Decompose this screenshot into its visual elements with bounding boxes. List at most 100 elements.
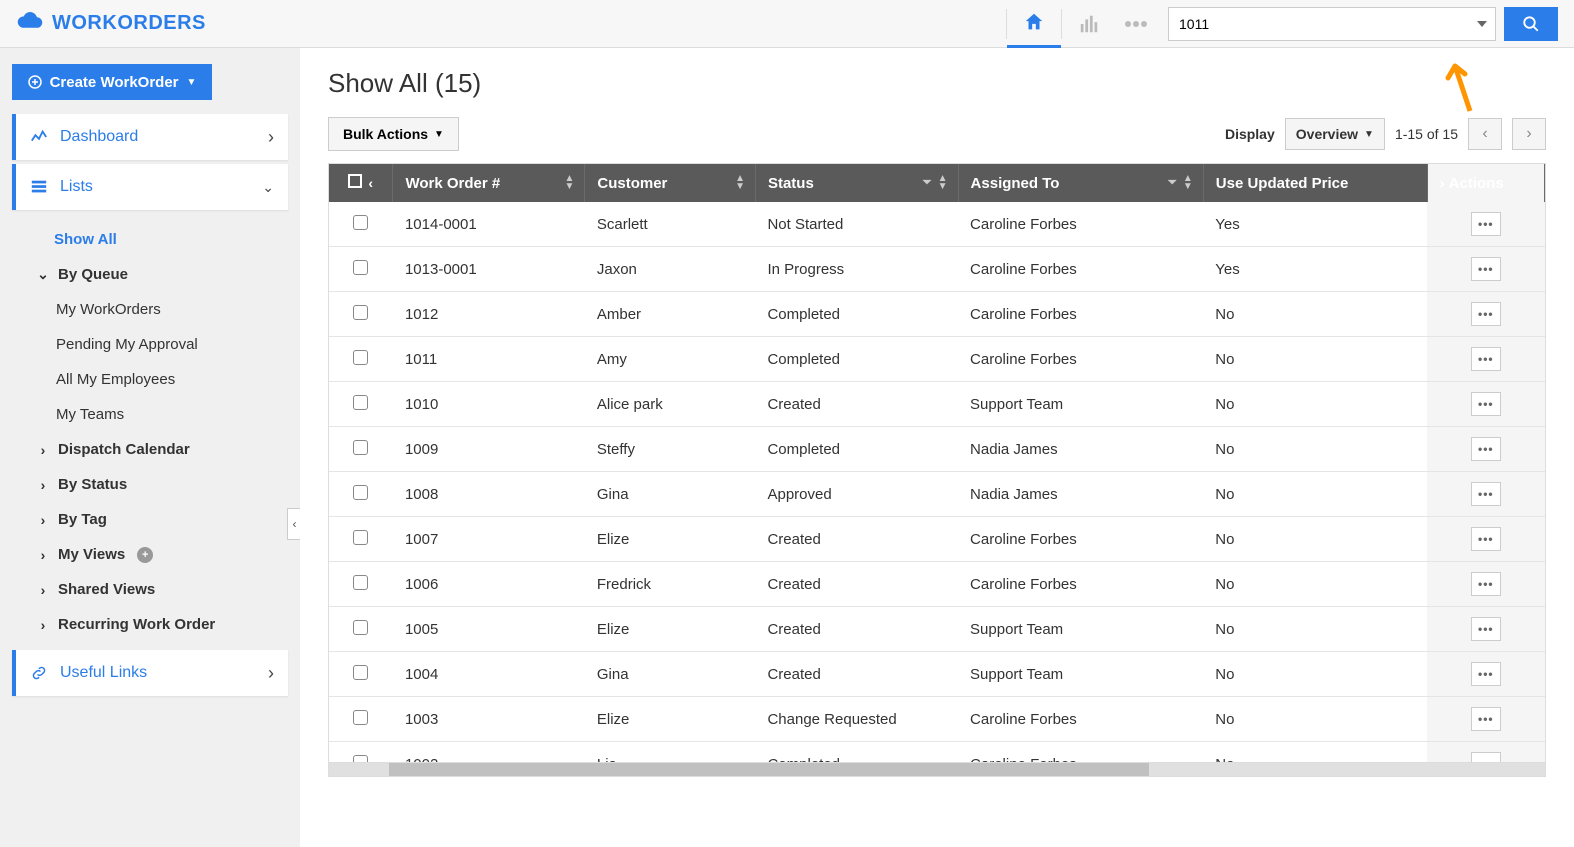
table-row[interactable]: 1014-0001ScarlettNot StartedCaroline For…: [329, 202, 1545, 247]
row-checkbox[interactable]: [353, 260, 368, 275]
row-actions-button[interactable]: •••: [1471, 302, 1501, 326]
sidebar-item-by-tag[interactable]: › By Tag: [16, 502, 288, 537]
row-actions-button[interactable]: •••: [1471, 572, 1501, 596]
row-actions-button[interactable]: •••: [1471, 347, 1501, 371]
table-row[interactable]: 1011AmyCompletedCaroline ForbesNo•••: [329, 337, 1545, 382]
sidebar-item-show-all[interactable]: Show All: [16, 222, 288, 257]
nav-useful-links[interactable]: Useful Links ›: [12, 650, 288, 696]
logo[interactable]: WORKORDERS: [16, 12, 206, 36]
chevron-down-icon: ⌄: [36, 266, 50, 283]
sidebar-collapse[interactable]: ‹: [287, 508, 301, 540]
sort-icon: ▲▼: [564, 175, 574, 191]
more-icon[interactable]: [1116, 0, 1156, 48]
chevron-right-icon: ›: [36, 582, 50, 598]
table-row[interactable]: 1010Alice parkCreatedSupport TeamNo•••: [329, 382, 1545, 427]
row-actions-button[interactable]: •••: [1471, 482, 1501, 506]
row-checkbox[interactable]: [353, 620, 368, 635]
sidebar-item-all-employees[interactable]: All My Employees: [16, 362, 288, 397]
cell-assigned: Nadia James: [958, 427, 1203, 472]
search-dropdown[interactable]: [1468, 7, 1496, 41]
row-checkbox[interactable]: [353, 215, 368, 230]
row-checkbox[interactable]: [353, 575, 368, 590]
row-checkbox[interactable]: [353, 305, 368, 320]
sidebar-item-shared-views[interactable]: › Shared Views: [16, 572, 288, 607]
row-checkbox[interactable]: [353, 665, 368, 680]
row-checkbox[interactable]: [353, 530, 368, 545]
create-workorder-button[interactable]: Create WorkOrder ▼: [12, 64, 212, 100]
sidebar-item-by-queue[interactable]: ⌄ By Queue: [16, 257, 288, 292]
display-select[interactable]: Overview ▼: [1285, 118, 1385, 150]
collapse-icon[interactable]: ‹: [368, 175, 373, 191]
cell-assigned: Caroline Forbes: [958, 742, 1203, 764]
row-checkbox[interactable]: [353, 710, 368, 725]
filter-icon[interactable]: ⏷: [1168, 177, 1177, 190]
sidebar-item-my-workorders[interactable]: My WorkOrders: [16, 292, 288, 327]
table-row[interactable]: 1009SteffyCompletedNadia JamesNo•••: [329, 427, 1545, 472]
add-icon[interactable]: +: [137, 547, 153, 563]
cell-price: Yes: [1203, 202, 1427, 247]
header-customer[interactable]: Customer▲▼: [585, 164, 756, 202]
cell-assigned: Support Team: [958, 382, 1203, 427]
header-assigned[interactable]: Assigned To⏷▲▼: [958, 164, 1203, 202]
row-actions-button[interactable]: •••: [1471, 392, 1501, 416]
sidebar-item-recurring[interactable]: › Recurring Work Order: [16, 607, 288, 642]
cell-price: No: [1203, 697, 1427, 742]
header-status[interactable]: Status⏷▲▼: [755, 164, 958, 202]
cell-assigned: Caroline Forbes: [958, 517, 1203, 562]
bulk-actions-button[interactable]: Bulk Actions ▼: [328, 117, 459, 151]
table-row[interactable]: 1008GinaApprovedNadia JamesNo•••: [329, 472, 1545, 517]
row-actions-button[interactable]: •••: [1471, 437, 1501, 461]
sidebar-item-pending-approval[interactable]: Pending My Approval: [16, 327, 288, 362]
row-checkbox[interactable]: [353, 440, 368, 455]
chevron-right-icon: ›: [268, 127, 274, 148]
row-checkbox[interactable]: [353, 395, 368, 410]
row-checkbox[interactable]: [353, 350, 368, 365]
chart-icon[interactable]: [1062, 0, 1116, 48]
sidebar-item-dispatch-calendar[interactable]: › Dispatch Calendar: [16, 432, 288, 467]
row-actions-button[interactable]: •••: [1471, 707, 1501, 731]
home-icon[interactable]: [1007, 0, 1061, 48]
table-row[interactable]: 1013-0001JaxonIn ProgressCaroline Forbes…: [329, 247, 1545, 292]
table-row[interactable]: 1002LiaCompletedCaroline ForbesNo•••: [329, 742, 1545, 764]
row-checkbox[interactable]: [353, 485, 368, 500]
row-actions-button[interactable]: •••: [1471, 527, 1501, 551]
row-actions-button[interactable]: •••: [1471, 257, 1501, 281]
row-actions-button[interactable]: •••: [1471, 617, 1501, 641]
nav-dashboard[interactable]: Dashboard ›: [12, 114, 288, 160]
sidebar-item-my-teams[interactable]: My Teams: [16, 397, 288, 432]
app-title: WORKORDERS: [52, 12, 206, 35]
header-checkbox[interactable]: ‹: [329, 164, 393, 202]
table-row[interactable]: 1003ElizeChange RequestedCaroline Forbes…: [329, 697, 1545, 742]
prev-page-button[interactable]: ‹: [1468, 118, 1502, 150]
nav-lists-label: Lists: [60, 178, 250, 196]
table-row[interactable]: 1004GinaCreatedSupport TeamNo•••: [329, 652, 1545, 697]
filter-icon[interactable]: ⏷: [923, 177, 932, 190]
header-workorder[interactable]: Work Order #▲▼: [393, 164, 585, 202]
nav-lists[interactable]: Lists ⌄: [12, 164, 288, 210]
sort-icon: ▲▼: [735, 175, 745, 191]
table-row[interactable]: 1012AmberCompletedCaroline ForbesNo•••: [329, 292, 1545, 337]
cell-customer: Elize: [585, 607, 756, 652]
sidebar-item-by-status[interactable]: › By Status: [16, 467, 288, 502]
search-input[interactable]: [1168, 7, 1468, 41]
table-row[interactable]: 1007ElizeCreatedCaroline ForbesNo•••: [329, 517, 1545, 562]
cell-price: No: [1203, 427, 1427, 472]
cell-customer: Steffy: [585, 427, 756, 472]
sidebar: Create WorkOrder ▼ Dashboard › Lists ⌄ S…: [0, 48, 300, 847]
row-actions-button[interactable]: •••: [1471, 212, 1501, 236]
table-row[interactable]: 1006FredrickCreatedCaroline ForbesNo•••: [329, 562, 1545, 607]
cell-customer: Elize: [585, 517, 756, 562]
chevron-right-icon[interactable]: ›: [1440, 175, 1445, 192]
row-actions-button[interactable]: •••: [1471, 662, 1501, 686]
search-button[interactable]: [1504, 7, 1558, 41]
sidebar-item-my-views[interactable]: › My Views +: [16, 537, 288, 572]
row-checkbox[interactable]: [353, 755, 368, 764]
cell-price: No: [1203, 337, 1427, 382]
cell-workorder: 1005: [393, 607, 585, 652]
row-actions-button[interactable]: •••: [1471, 752, 1501, 763]
next-page-button[interactable]: ›: [1512, 118, 1546, 150]
horizontal-scrollbar[interactable]: [328, 763, 1546, 777]
header-price[interactable]: Use Updated Price: [1203, 164, 1427, 202]
cell-customer: Lia: [585, 742, 756, 764]
table-row[interactable]: 1005ElizeCreatedSupport TeamNo•••: [329, 607, 1545, 652]
